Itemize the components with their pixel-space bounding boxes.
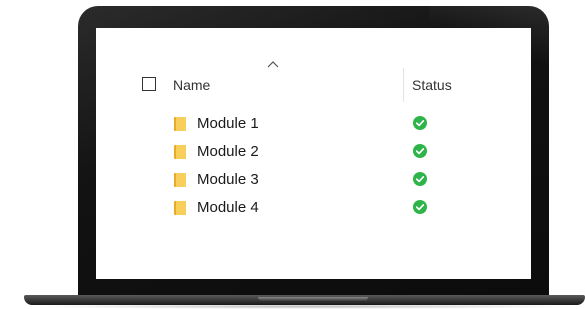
- laptop-shadow: [30, 304, 580, 309]
- laptop-screen: Name Status Module 1 Module 2 Module 3 M…: [96, 28, 531, 279]
- check-circle-icon: [413, 200, 427, 214]
- check-circle-icon: [413, 144, 427, 158]
- file-name: Module 1: [197, 115, 259, 132]
- file-row[interactable]: Module 2: [174, 142, 474, 162]
- file-row[interactable]: Module 1: [174, 114, 474, 134]
- folder-icon: [174, 201, 186, 215]
- column-divider[interactable]: [403, 68, 404, 102]
- column-header-status[interactable]: Status: [412, 77, 452, 93]
- column-header-name[interactable]: Name: [173, 77, 210, 93]
- folder-icon: [174, 145, 186, 159]
- folder-icon: [174, 173, 186, 187]
- file-name: Module 2: [197, 143, 259, 160]
- folder-icon: [174, 117, 186, 131]
- file-row[interactable]: Module 4: [174, 198, 474, 218]
- check-circle-icon: [413, 172, 427, 186]
- check-circle-icon: [413, 116, 427, 130]
- file-row[interactable]: Module 3: [174, 170, 474, 190]
- file-name: Module 3: [197, 171, 259, 188]
- select-all-checkbox[interactable]: [142, 77, 156, 91]
- file-name: Module 4: [197, 199, 259, 216]
- chevron-up-icon[interactable]: [267, 60, 279, 68]
- laptop-base-notch: [258, 297, 368, 301]
